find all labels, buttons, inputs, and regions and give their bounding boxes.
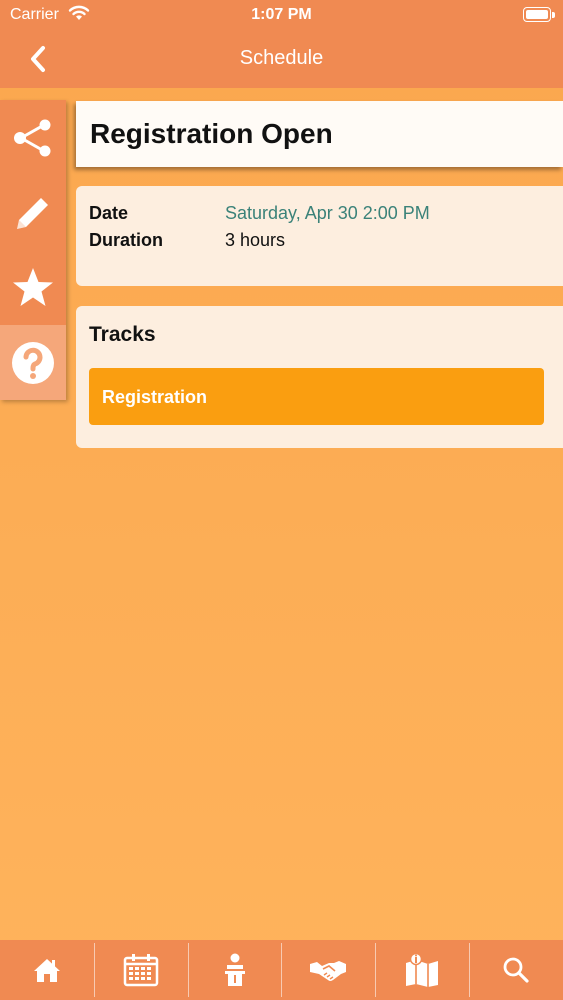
tracks-heading: Tracks	[89, 323, 156, 346]
tab-home[interactable]	[0, 940, 94, 1000]
bottom-tab-bar	[0, 940, 563, 1000]
help-button[interactable]	[0, 325, 66, 400]
status-bar: Carrier 1:07 PM	[0, 0, 563, 30]
battery-cap	[552, 12, 555, 18]
date-value[interactable]: Saturday, Apr 30 2:00 PM	[225, 203, 430, 224]
tab-sponsors[interactable]	[281, 940, 375, 1000]
event-title-card: Registration Open	[76, 101, 563, 167]
nav-title: Schedule	[239, 47, 324, 69]
track-registration-button[interactable]: Registration	[89, 368, 544, 425]
duration-label: Duration	[89, 230, 163, 250]
calendar-icon	[123, 954, 158, 987]
tab-search[interactable]	[469, 940, 563, 1000]
event-details-card: Date Saturday, Apr 30 2:00 PM Duration 3…	[76, 186, 563, 286]
pencil-icon	[17, 197, 48, 229]
search-icon	[503, 957, 529, 983]
star-icon	[13, 267, 53, 306]
handshake-icon	[310, 961, 347, 981]
event-title: Registration Open	[90, 118, 333, 149]
share-button[interactable]	[0, 100, 66, 175]
duration-value: 3 hours	[225, 230, 286, 250]
edit-button[interactable]	[0, 175, 66, 250]
clock: 1:07 PM	[251, 6, 312, 23]
speaker-icon	[224, 953, 245, 986]
tab-map[interactable]	[375, 940, 469, 1000]
navigation-bar: Schedule	[0, 30, 563, 88]
share-icon	[14, 119, 51, 156]
question-icon	[12, 341, 54, 384]
date-label: Date	[89, 203, 129, 223]
map-icon	[406, 953, 439, 987]
tab-schedule[interactable]	[93, 940, 188, 1000]
tab-speakers[interactable]	[187, 940, 282, 1000]
battery-icon	[523, 7, 551, 22]
home-icon	[33, 959, 60, 982]
side-action-bar	[0, 100, 66, 400]
tracks-card: Tracks Registration	[76, 306, 563, 448]
favorite-button[interactable]	[0, 250, 66, 325]
